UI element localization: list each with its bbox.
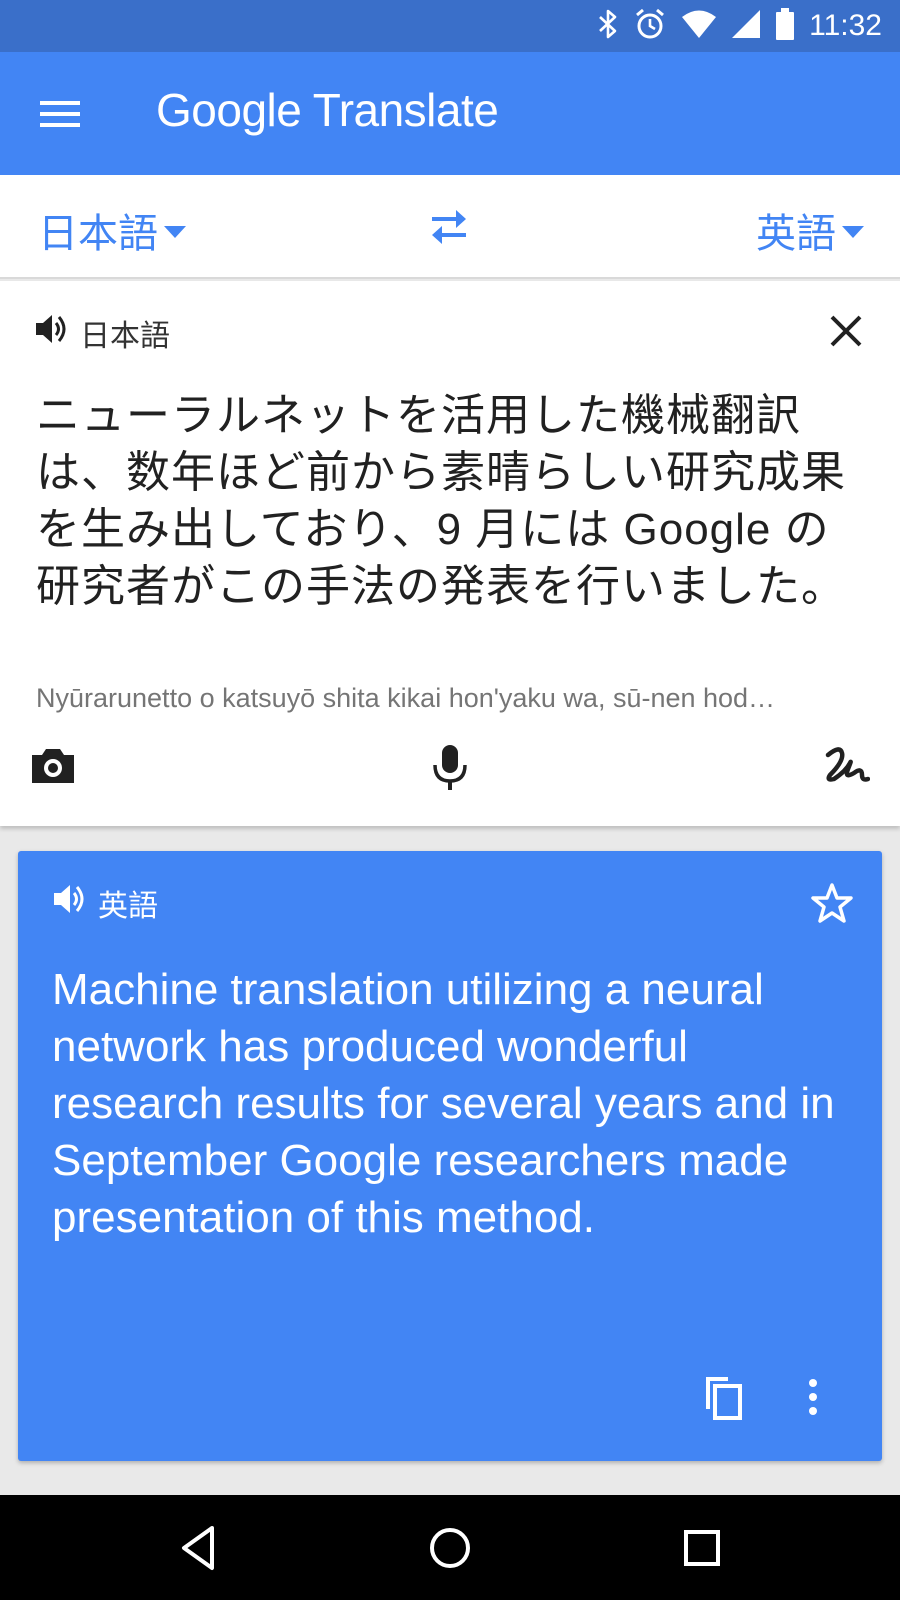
clear-input-button[interactable] xyxy=(826,311,866,351)
swap-languages-button[interactable] xyxy=(424,205,474,249)
speaker-icon[interactable] xyxy=(52,883,88,923)
more-vert-icon xyxy=(809,1379,817,1415)
app-bar: Google Translate xyxy=(0,52,900,175)
target-language-label: 英語 xyxy=(756,212,836,256)
status-icons: 11:32 xyxy=(597,7,882,46)
transliteration: Nyūrarunetto o katsuyō shita kikai hon'y… xyxy=(36,683,776,713)
handwriting-button[interactable] xyxy=(822,741,871,791)
back-button[interactable] xyxy=(172,1520,228,1576)
microphone-button[interactable] xyxy=(425,741,475,793)
signal-icon xyxy=(731,9,761,44)
input-header: 日本語 xyxy=(34,311,170,355)
source-language-selector[interactable]: 日本語 xyxy=(38,201,186,259)
chevron-down-icon xyxy=(164,226,186,238)
handwriting-icon xyxy=(825,747,871,782)
speaker-icon[interactable] xyxy=(34,313,70,353)
result-header: 英語 xyxy=(52,881,158,925)
source-text[interactable]: ニューラルネットを活用した機械翻訳は、数年ほど前から素晴らしい研究成果を生み出し… xyxy=(36,387,866,615)
translation-result-card[interactable]: 英語 Machine translation utilizing a neura… xyxy=(18,851,882,1461)
hamburger-icon xyxy=(40,101,80,127)
translation-text: Machine translation utilizing a neural n… xyxy=(52,965,835,1242)
back-icon xyxy=(182,1526,214,1570)
alarm-icon xyxy=(633,7,667,46)
more-options-button[interactable] xyxy=(798,1371,828,1423)
app-title: Google Translate xyxy=(156,80,499,140)
copy-button[interactable] xyxy=(698,1371,748,1423)
system-navigation-bar xyxy=(0,1495,900,1600)
recent-apps-icon xyxy=(684,1530,720,1566)
copy-icon xyxy=(706,1377,742,1420)
app-title-translate: Translate xyxy=(312,84,499,136)
home-button[interactable] xyxy=(422,1520,478,1576)
home-icon xyxy=(430,1528,470,1568)
bluetooth-icon xyxy=(597,8,619,45)
input-card: 日本語 ニューラルネットを活用した機械翻訳は、数年ほど前から素晴らしい研究成果を… xyxy=(0,281,900,826)
result-language-label: 英語 xyxy=(98,890,158,923)
close-icon xyxy=(830,315,862,347)
language-bar: 日本語 英語 xyxy=(0,175,900,279)
source-language-label: 日本語 xyxy=(38,212,158,256)
microphone-icon xyxy=(433,745,467,790)
swap-icon xyxy=(432,210,466,244)
input-language-label: 日本語 xyxy=(80,320,170,353)
wifi-icon xyxy=(681,9,717,44)
chevron-down-icon xyxy=(842,226,864,238)
status-bar: 11:32 xyxy=(0,0,900,52)
recent-apps-button[interactable] xyxy=(674,1520,730,1576)
battery-icon xyxy=(775,7,795,45)
status-time: 11:32 xyxy=(809,9,882,42)
app-title-google: Google xyxy=(156,84,302,136)
star-icon xyxy=(811,883,853,923)
camera-button[interactable] xyxy=(28,741,78,791)
save-phrase-button[interactable] xyxy=(810,881,854,925)
target-language-selector[interactable]: 英語 xyxy=(756,201,864,259)
menu-button[interactable] xyxy=(38,92,82,136)
camera-icon xyxy=(32,749,74,783)
